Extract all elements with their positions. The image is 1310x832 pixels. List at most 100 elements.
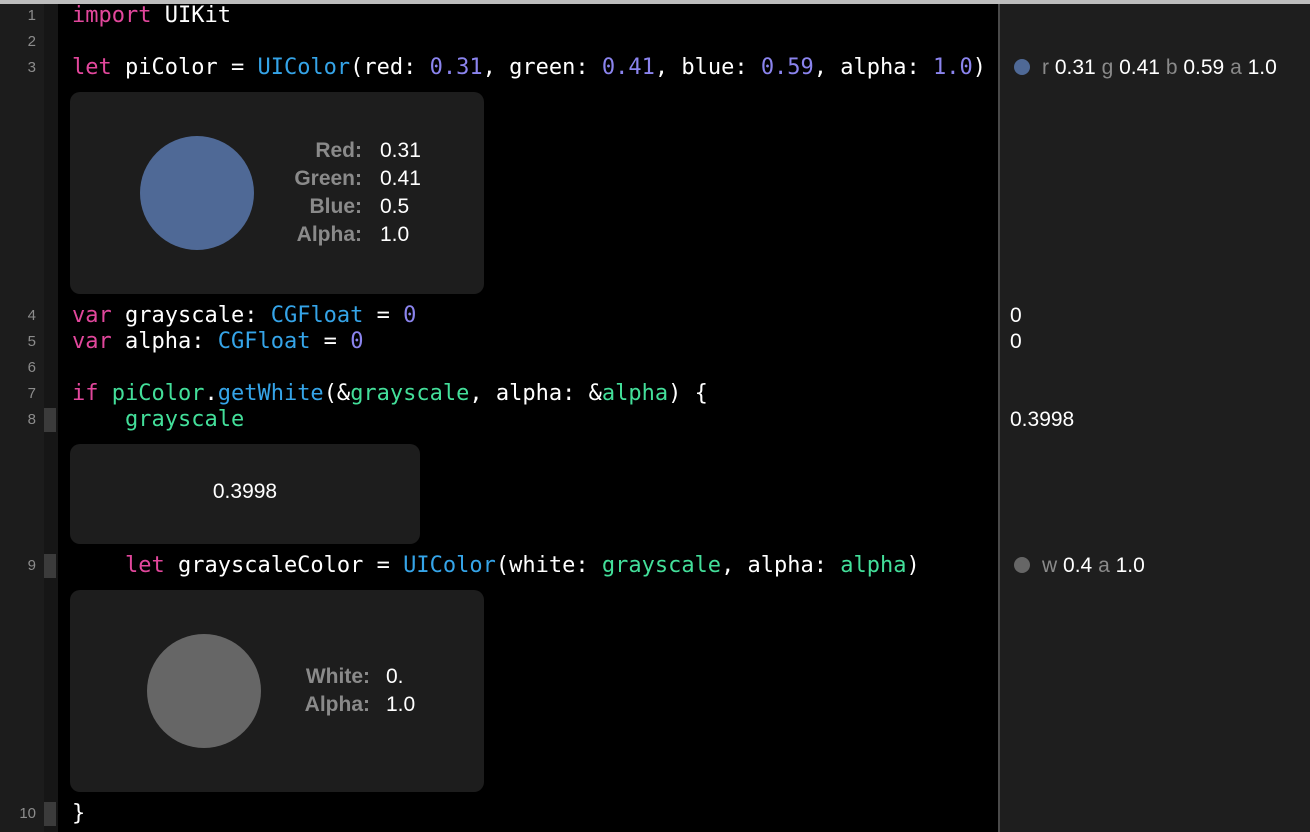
code-text: , green: [482,55,602,80]
component-label: Green: [294,167,362,190]
type-name: UIColor [257,55,351,80]
code-text: ) [972,55,987,80]
line-number: 7 [27,385,36,402]
component-value: 1.0 [380,223,410,246]
code-line-1[interactable]: import UIKit [72,3,231,29]
code-text: = [363,303,404,328]
code-text: , alpha: [721,553,841,578]
code-text: = [310,329,351,354]
component-label: Red: [315,139,362,162]
number-literal: 0.31 [429,55,483,80]
code-text: ) { [668,381,708,406]
code-text: . [204,381,218,406]
inline-result-color-card[interactable]: Red: 0.31 Green: 0.41 Blue: 0.5 Alpha: 1… [70,92,484,294]
code-text: piColor = [111,55,258,80]
line-number: 5 [27,333,36,350]
type-name: CGFloat [270,303,364,328]
code-text: grayscaleColor = [164,553,404,578]
result-key: r [1042,56,1049,79]
code-text: grayscale: [111,303,271,328]
line-number: 3 [27,59,36,76]
result-line-3[interactable]: r 0.31 g 0.41 b 0.59 a 1.0 [1010,55,1277,81]
color-dot-icon [1014,557,1030,573]
result-line-9[interactable]: w 0.4 a 1.0 [1010,553,1145,579]
result-value: 1.0 [1247,56,1277,79]
component-value: 1.0 [386,693,416,716]
keyword: var [72,303,112,328]
result-value: 0.59 [1183,56,1225,79]
keyword: let [124,553,165,578]
component-value: 0.41 [380,167,421,190]
component-value: 0.5 [380,195,410,218]
result-marker[interactable] [44,802,56,826]
inline-result-value-card[interactable]: 0.3998 [70,444,420,544]
inline-result-gray-card[interactable]: White: 0. Alpha: 1.0 [70,590,484,792]
color-dot-icon [1014,59,1030,75]
result-line-4[interactable]: 0 [1010,303,1022,329]
code-line-10[interactable]: } [72,801,85,827]
result-value: 0.4 [1063,554,1093,577]
result-value: 0.3998 [212,480,278,503]
result-value: 0.41 [1119,56,1160,79]
code-line-3[interactable]: let piColor = UIColor(red: 0.31, green: … [72,55,986,81]
result-value: 1.0 [1115,554,1145,577]
closing-brace: } [72,801,86,826]
code-text: , blue: [654,55,761,80]
code-text: UIKit [151,3,231,28]
code-text: (red: [350,55,430,80]
function-name: getWhite [217,381,324,406]
component-label: Alpha: [296,223,362,246]
code-text: , alpha: [813,55,934,80]
variable: grayscale [601,553,722,578]
code-text: , alpha: & [469,381,602,406]
line-number: 10 [19,805,36,822]
code-line-8[interactable]: grayscale [72,407,244,433]
result-line-5[interactable]: 0 [1010,329,1022,355]
number-literal: 0.59 [760,55,814,80]
code-line-7[interactable]: if piColor.getWhite(&grayscale, alpha: &… [72,381,708,407]
line-number: 2 [27,33,36,50]
result-marker[interactable] [44,408,56,432]
component-label: White: [305,665,370,688]
line-number: 6 [27,359,36,376]
code-line-4[interactable]: var grayscale: CGFloat = 0 [72,303,416,329]
line-number: 8 [27,411,36,428]
keyword: let [72,55,112,80]
variable: alpha [601,381,669,406]
code-text: (white: [495,553,602,578]
result-key: g [1101,56,1114,79]
result-key: a [1230,56,1242,79]
number-literal: 1.0 [933,55,973,80]
result-line-8[interactable]: 0.3998 [1010,407,1074,433]
code-line-5[interactable]: var alpha: CGFloat = 0 [72,329,363,355]
color-swatch [147,634,261,748]
variable: alpha [840,553,907,578]
result-marker[interactable] [44,554,56,578]
number-literal: 0.41 [601,55,655,80]
result-key: a [1098,554,1110,577]
component-value: 0. [386,665,404,688]
variable: grayscale [350,381,470,406]
result-value: 0.31 [1054,56,1096,79]
result-key: w [1042,554,1058,577]
component-label: Blue: [309,195,363,218]
type-name: UIColor [403,553,496,578]
keyword: import [72,3,152,28]
number-literal: 0 [350,329,364,354]
variable: piColor [111,381,205,406]
line-number: 4 [27,307,36,324]
color-swatch [140,136,254,250]
code-text: alpha: [111,329,218,354]
number-literal: 0 [403,303,417,328]
variable: grayscale [124,407,245,432]
code-line-9[interactable]: let grayscaleColor = UIColor(white: gray… [72,553,920,579]
component-value: 0.31 [380,139,421,162]
type-name: CGFloat [217,329,311,354]
component-label: Alpha: [304,693,370,716]
keyword: if [72,381,99,406]
keyword: var [72,329,112,354]
code-text: (& [323,381,351,406]
